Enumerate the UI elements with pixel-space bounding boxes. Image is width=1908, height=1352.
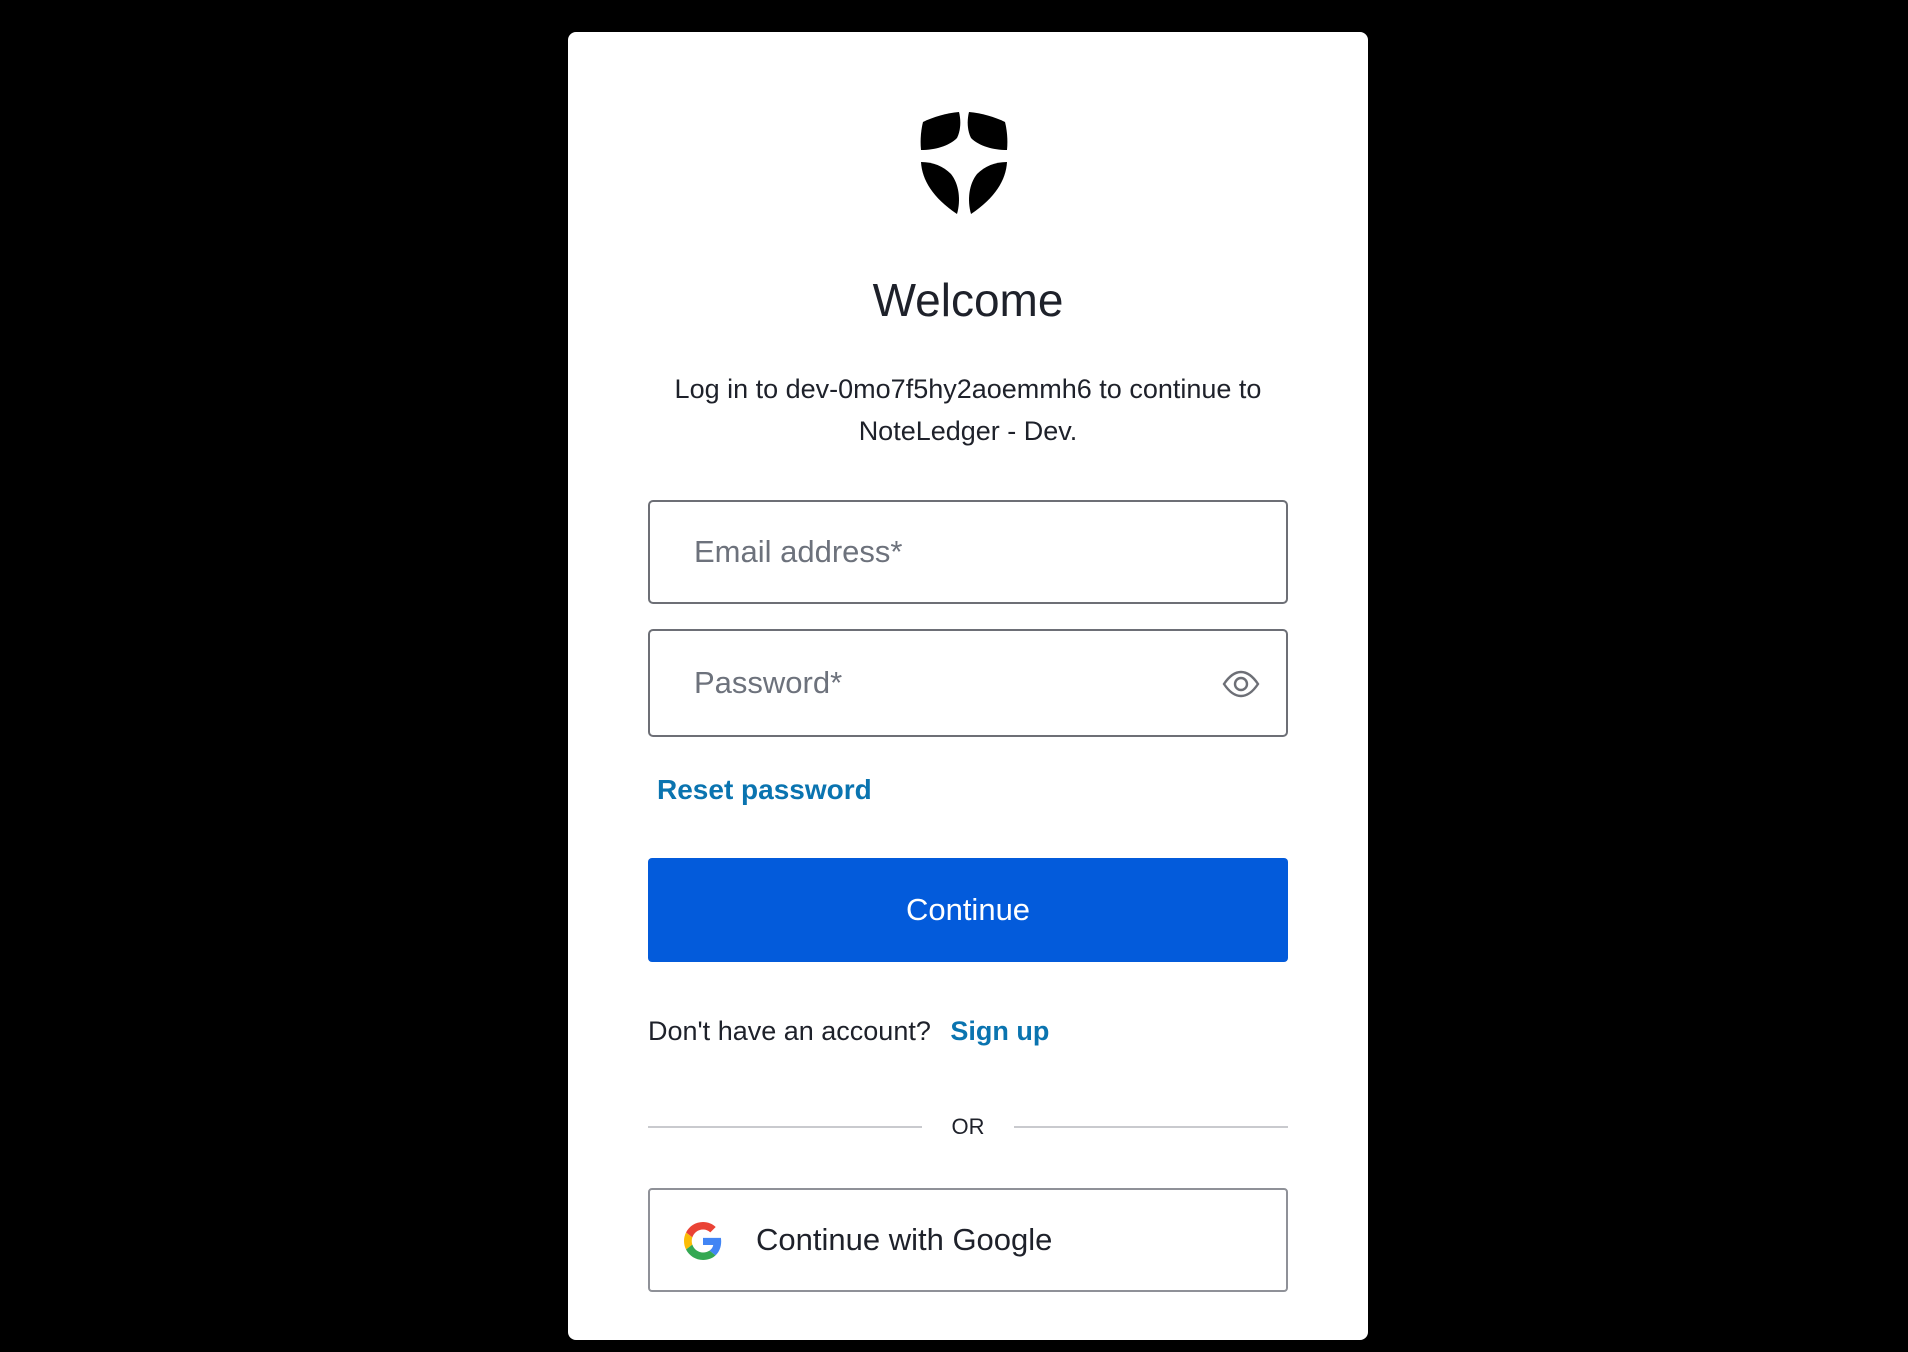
signup-row: Don't have an account? Sign up bbox=[648, 1016, 1049, 1047]
continue-with-google-button[interactable]: Continue with Google bbox=[648, 1188, 1288, 1292]
google-g-icon bbox=[684, 1222, 722, 1260]
reset-password-link[interactable]: Reset password bbox=[657, 774, 872, 806]
password-input[interactable] bbox=[650, 631, 1286, 735]
divider-line-right bbox=[1014, 1126, 1288, 1128]
google-button-label: Continue with Google bbox=[756, 1222, 1053, 1257]
login-subtitle: Log in to dev-0mo7f5hy2aoemmh6 to contin… bbox=[674, 374, 1262, 446]
signup-prompt: Don't have an account? bbox=[648, 1016, 931, 1046]
continue-button[interactable]: Continue bbox=[648, 858, 1288, 962]
sign-up-link[interactable]: Sign up bbox=[950, 1016, 1049, 1046]
or-divider: OR bbox=[648, 1110, 1288, 1144]
login-card: Welcome Log in to dev-0mo7f5hy2aoemmh6 t… bbox=[568, 32, 1368, 1340]
eye-icon[interactable] bbox=[1222, 665, 1260, 703]
email-input[interactable] bbox=[650, 502, 1286, 602]
shield-star-logo bbox=[919, 110, 1009, 218]
page-title: Welcome bbox=[872, 274, 1064, 326]
email-field-container bbox=[648, 500, 1288, 604]
password-field-container bbox=[648, 629, 1288, 737]
